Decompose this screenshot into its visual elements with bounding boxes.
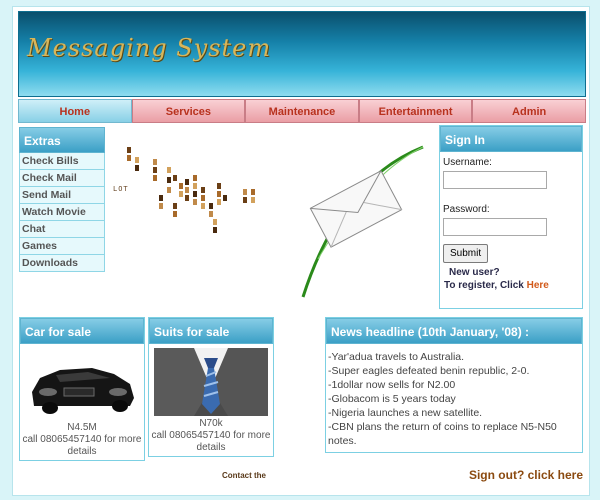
- nav-home[interactable]: Home: [18, 99, 132, 123]
- sign-out-prefix: Sign out? click: [468, 468, 558, 482]
- extras-item-send-mail[interactable]: Send Mail: [19, 187, 105, 204]
- news-item: -CBN plans the return of coins to replac…: [328, 421, 557, 447]
- extras-item-chat[interactable]: Chat: [19, 221, 105, 238]
- decorative-dot: [209, 211, 213, 217]
- sign-in-title: Sign In: [440, 126, 582, 152]
- username-label: Username:: [443, 157, 492, 168]
- new-user-text: New user?: [449, 267, 500, 278]
- decorative-dot: [193, 199, 197, 205]
- decorative-dot: [153, 159, 157, 165]
- contact-text: Contact the: [222, 471, 266, 480]
- decorative-dot: [135, 165, 139, 171]
- decorative-dot: [213, 227, 217, 233]
- car-image: [26, 348, 138, 420]
- decorative-dot: [209, 203, 213, 209]
- extras-title: Extras: [19, 127, 105, 153]
- password-label: Password:: [443, 203, 490, 215]
- decorative-dot: [185, 179, 189, 185]
- car-card-title: Car for sale: [20, 318, 144, 344]
- extras-item-games[interactable]: Games: [19, 238, 105, 255]
- nav-entertainment[interactable]: Entertainment: [358, 99, 473, 123]
- register-prefix: To register, Click: [444, 280, 527, 291]
- decorative-dot: [193, 183, 197, 189]
- suits-card-title: Suits for sale: [149, 318, 273, 344]
- nav-maintenance[interactable]: Maintenance: [245, 99, 359, 123]
- main-nav: Home Services Maintenance Entertainment …: [18, 99, 586, 123]
- decorative-dot: [167, 177, 171, 183]
- decorative-dot: [127, 155, 131, 161]
- news-item: -Nigeria launches a new satellite.: [328, 407, 483, 419]
- submit-button[interactable]: Submit: [443, 244, 489, 263]
- decorative-dot-pattern: LOT: [113, 147, 255, 247]
- decorative-dot: [153, 167, 157, 173]
- sign-out-link[interactable]: here: [558, 468, 583, 482]
- page-container: Messaging System Home Services Maintenan…: [12, 6, 590, 496]
- username-input[interactable]: [443, 171, 547, 189]
- decorative-dot: [179, 191, 183, 197]
- suits-price: N70k: [199, 418, 223, 429]
- decorative-dot: [135, 157, 139, 163]
- nav-admin[interactable]: Admin: [472, 99, 586, 123]
- decorative-dot: [193, 191, 197, 197]
- decorative-dot: [127, 147, 131, 153]
- suits-for-sale-card: Suits for sale N70k call 08065457140 for…: [148, 317, 274, 457]
- nav-services[interactable]: Services: [131, 99, 246, 123]
- decorative-dot: [217, 183, 221, 189]
- news-item: -Yar'adua travels to Australia.: [328, 351, 465, 363]
- decorative-dot: [179, 183, 183, 189]
- news-headline-panel: News headline (10th January, '08) : -Yar…: [325, 317, 583, 453]
- header-banner: Messaging System: [18, 11, 586, 97]
- decorative-dot: [217, 191, 221, 197]
- decorative-dot: [201, 187, 205, 193]
- decorative-dot: [201, 203, 205, 209]
- extras-item-downloads[interactable]: Downloads: [19, 255, 105, 272]
- decorative-dot: [167, 167, 171, 173]
- decorative-dot: [243, 189, 247, 195]
- envelope-icon: [301, 145, 424, 298]
- register-text: To register, Click Here: [443, 280, 579, 291]
- news-item: -Super eagles defeated benin republic, 2…: [328, 365, 530, 377]
- sign-in-panel: Sign In Username: Password: Submit New u…: [439, 125, 583, 309]
- password-input[interactable]: [443, 217, 547, 236]
- decorative-dot: [173, 203, 177, 209]
- decorative-dot: [213, 219, 217, 225]
- decorative-dot: [201, 195, 205, 201]
- decorative-dot: [173, 175, 177, 181]
- lot-text: LOT: [113, 185, 129, 193]
- extras-item-watch-movie[interactable]: Watch Movie: [19, 204, 105, 221]
- decorative-dot: [153, 175, 157, 181]
- news-item: -Globacom is 5 years today: [328, 393, 456, 405]
- car-for-sale-card: Car for sale N4.5M call 08065457140 for …: [19, 317, 145, 461]
- decorative-dot: [159, 195, 163, 201]
- extras-menu: Extras Check Bills Check Mail Send Mail …: [19, 127, 105, 272]
- car-price: N4.5M: [67, 422, 97, 433]
- decorative-dot: [173, 211, 177, 217]
- decorative-dot: [159, 203, 163, 209]
- news-title: News headline (10th January, '08) :: [326, 318, 582, 344]
- decorative-dot: [243, 197, 247, 203]
- decorative-dot: [185, 187, 189, 193]
- extras-item-check-bills[interactable]: Check Bills: [19, 153, 105, 170]
- register-link[interactable]: Here: [527, 280, 549, 291]
- sign-out-text: Sign out? click here: [469, 468, 583, 482]
- site-logo-title: Messaging System: [27, 34, 272, 62]
- suit-image: [154, 348, 268, 416]
- decorative-dot: [167, 187, 171, 193]
- decorative-dot: [193, 175, 197, 181]
- decorative-dot: [251, 189, 255, 195]
- news-item: -1dollar now sells for N2.00: [328, 379, 456, 391]
- decorative-dot: [223, 195, 227, 201]
- suits-contact: call 08065457140 for more details: [151, 430, 271, 453]
- car-contact: call 08065457140 for more details: [22, 434, 142, 457]
- decorative-dot: [185, 195, 189, 201]
- decorative-dot: [217, 199, 221, 205]
- decorative-dot: [251, 197, 255, 203]
- extras-item-check-mail[interactable]: Check Mail: [19, 170, 105, 187]
